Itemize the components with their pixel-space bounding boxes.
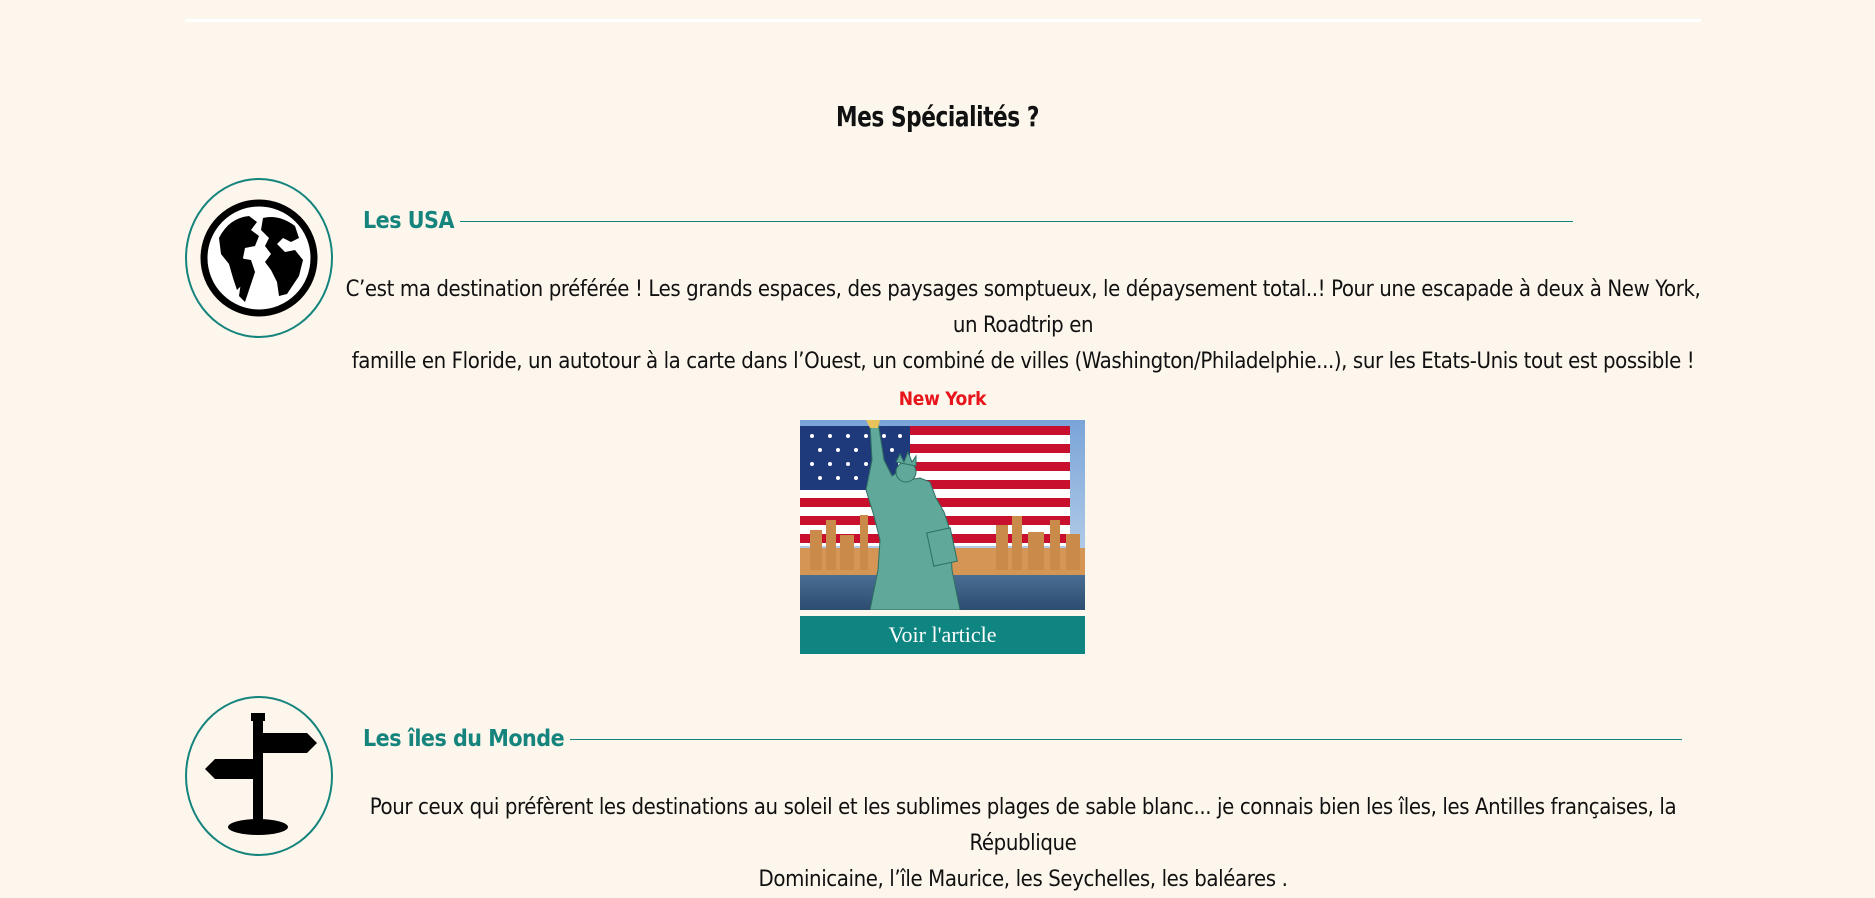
specialty-heading: Les îles du Monde [363,726,1683,752]
specialty-description: Pour ceux qui préfèrent les destinations… [345,790,1701,898]
description-line: Dominicaine, l’île Maurice, les Seychell… [758,867,1288,892]
description-line: Pour ceux qui préfèrent les destinations… [369,795,1677,856]
specialty-title: Les îles du Monde [363,726,565,752]
specialty-title: Les USA [363,208,454,234]
globe-icon [185,178,333,338]
description-line: C’est ma destination préférée ! Les gran… [345,277,1701,338]
signpost-icon [185,696,333,856]
specialty-description: C’est ma destination préférée ! Les gran… [345,272,1701,380]
description-line: famille en Floride, un autotour à la car… [351,349,1695,374]
top-divider [185,19,1701,22]
specialty-heading: Les USA [363,208,1573,234]
heading-rule [459,220,1573,222]
card-title: New York [898,388,987,410]
heading-rule [570,738,1683,740]
read-article-button[interactable]: Voir l'article [800,616,1085,654]
article-card: New York Voir l'article [800,386,1085,654]
section-title: Mes Spécialités ? [836,100,1039,133]
new-york-photo[interactable] [800,420,1085,610]
